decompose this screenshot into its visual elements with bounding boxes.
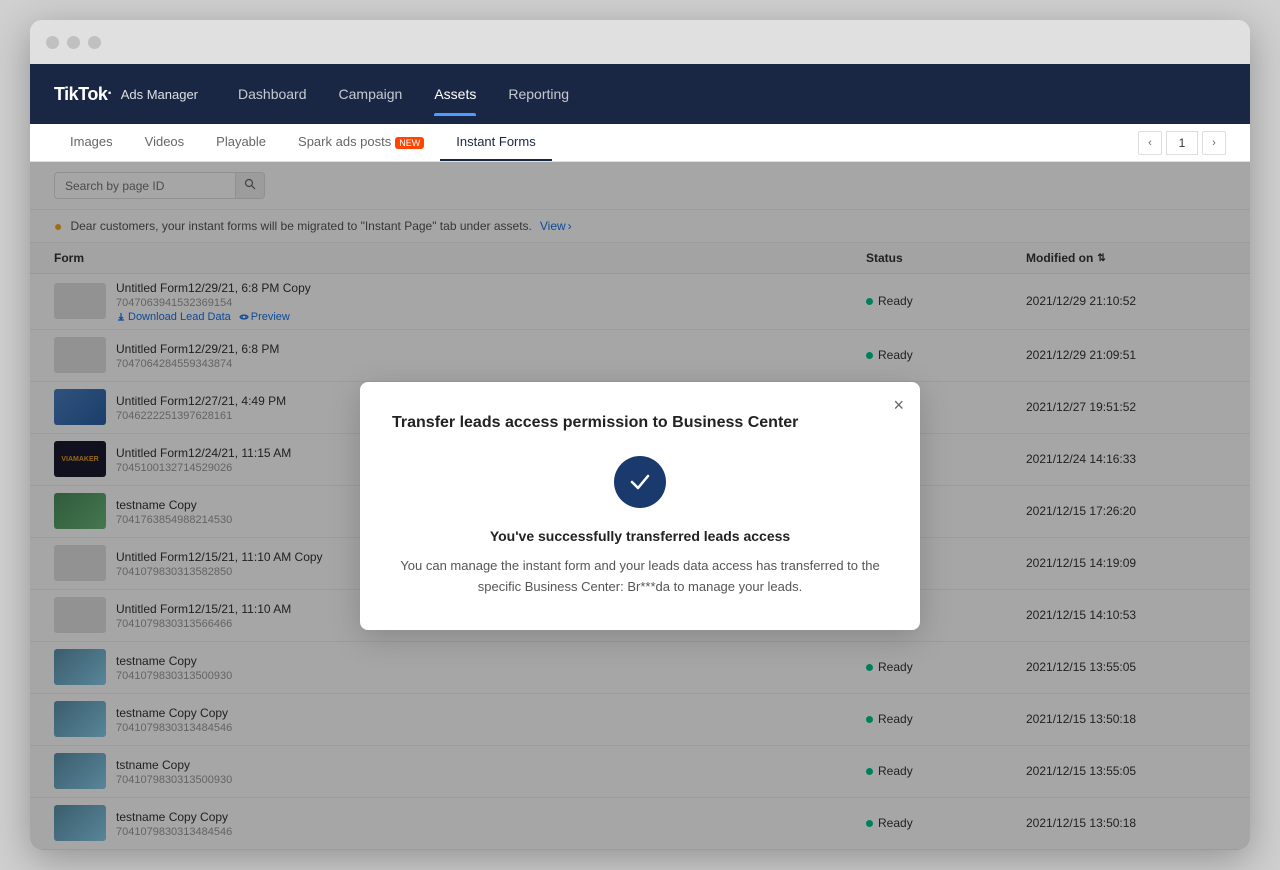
page-number: 1	[1166, 131, 1198, 155]
nav-item-campaign[interactable]: Campaign	[339, 80, 403, 108]
pagination: ‹ 1 ›	[1138, 131, 1226, 161]
traffic-light-minimize[interactable]	[67, 36, 80, 49]
tab-playable[interactable]: Playable	[200, 124, 282, 161]
nav-item-assets[interactable]: Assets	[434, 80, 476, 108]
app-window: TikTok· Ads Manager Dashboard Campaign A…	[30, 20, 1250, 850]
nav-item-reporting[interactable]: Reporting	[508, 80, 569, 108]
tab-instant-forms[interactable]: Instant Forms	[440, 124, 551, 161]
tabs-bar: Images Videos Playable Spark ads postsNE…	[30, 124, 1250, 162]
nav-item-dashboard[interactable]: Dashboard	[238, 80, 307, 108]
page-prev-button[interactable]: ‹	[1138, 131, 1162, 155]
nav-brand: TikTok· Ads Manager	[54, 84, 198, 105]
traffic-light-close[interactable]	[46, 36, 59, 49]
modal-success-text: You've successfully transferred leads ac…	[392, 528, 888, 544]
spark-badge: NEW	[395, 137, 424, 149]
window-titlebar	[30, 20, 1250, 64]
modal-dialog: × Transfer leads access permission to Bu…	[360, 382, 920, 630]
modal-overlay[interactable]: × Transfer leads access permission to Bu…	[30, 162, 1250, 850]
modal-close-button[interactable]: ×	[893, 396, 904, 414]
brand-sub: Ads Manager	[121, 87, 198, 102]
tab-videos[interactable]: Videos	[129, 124, 201, 161]
nav-items: Dashboard Campaign Assets Reporting	[238, 80, 1226, 108]
brand-logo: TikTok	[54, 84, 107, 105]
traffic-light-maximize[interactable]	[88, 36, 101, 49]
checkmark-icon	[626, 468, 654, 496]
modal-description: You can manage the instant form and your…	[392, 556, 888, 598]
main-content: ● Dear customers, your instant forms wil…	[30, 162, 1250, 850]
modal-success-icon	[614, 456, 666, 508]
main-nav: TikTok· Ads Manager Dashboard Campaign A…	[30, 64, 1250, 124]
page-next-button[interactable]: ›	[1202, 131, 1226, 155]
modal-title: Transfer leads access permission to Busi…	[392, 414, 888, 432]
tab-images[interactable]: Images	[54, 124, 129, 161]
tab-spark-ads-posts[interactable]: Spark ads postsNEW	[282, 124, 440, 161]
